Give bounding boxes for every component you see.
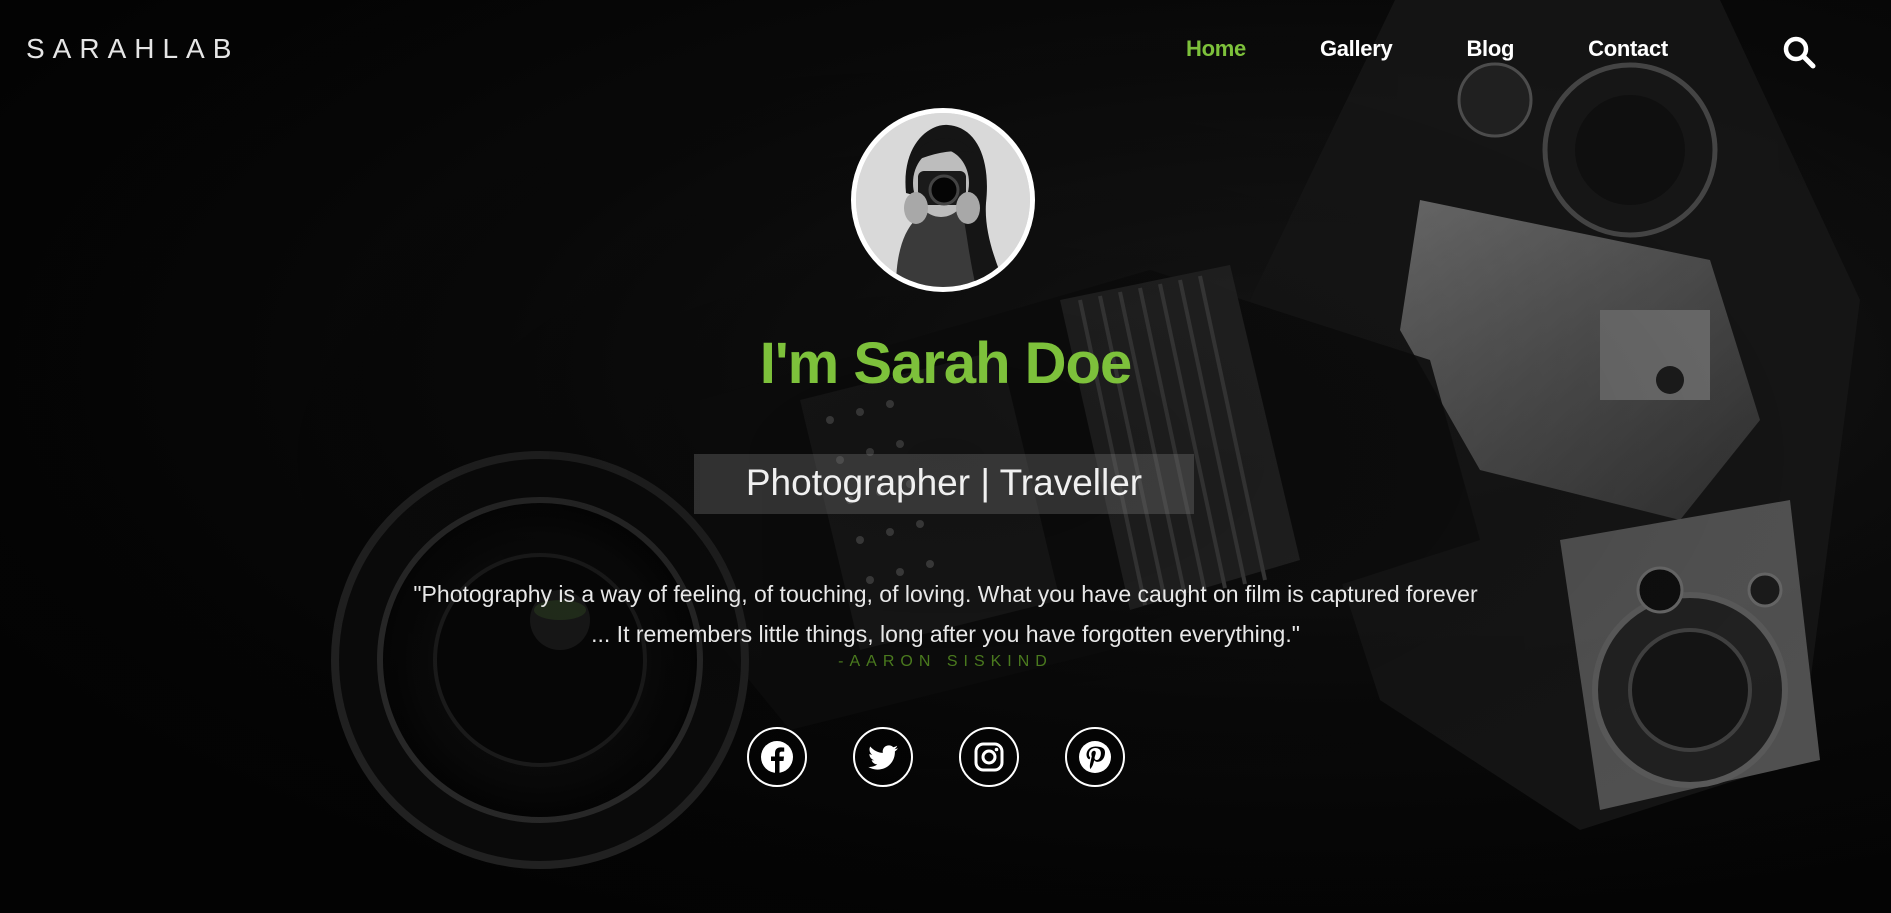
- quote-line: "Photography is a way of feeling, of tou…: [413, 581, 1478, 607]
- pinterest-link[interactable]: [1065, 727, 1125, 787]
- twitter-icon: [868, 745, 898, 770]
- nav-item-home[interactable]: Home: [1186, 36, 1246, 62]
- main-nav: Home Gallery Blog Contact: [1186, 36, 1742, 62]
- subtitle: Photographer | Traveller: [745, 462, 1143, 503]
- page-title: I'm Sarah Doe: [759, 331, 1132, 396]
- instagram-icon: [974, 742, 1004, 772]
- quote: "Photography is a way of feeling, of tou…: [300, 574, 1591, 654]
- quote-line: ... It remembers little things, long aft…: [591, 621, 1300, 647]
- quote-author: -AARON SISKIND: [838, 653, 1053, 670]
- page: SARAHLAB Home Gallery Blog Contact I'm S…: [0, 0, 1891, 913]
- facebook-icon: [761, 741, 793, 773]
- nav-item-contact[interactable]: Contact: [1588, 36, 1668, 62]
- instagram-link[interactable]: [959, 727, 1019, 787]
- facebook-link[interactable]: [747, 727, 807, 787]
- nav-item-gallery[interactable]: Gallery: [1320, 36, 1393, 62]
- avatar: [851, 108, 1035, 292]
- site-logo[interactable]: SARAHLAB: [26, 33, 239, 65]
- social-links: [747, 727, 1125, 787]
- nav-item-blog[interactable]: Blog: [1466, 36, 1514, 62]
- pinterest-icon: [1079, 741, 1111, 773]
- twitter-link[interactable]: [853, 727, 913, 787]
- search-icon[interactable]: [1782, 35, 1816, 69]
